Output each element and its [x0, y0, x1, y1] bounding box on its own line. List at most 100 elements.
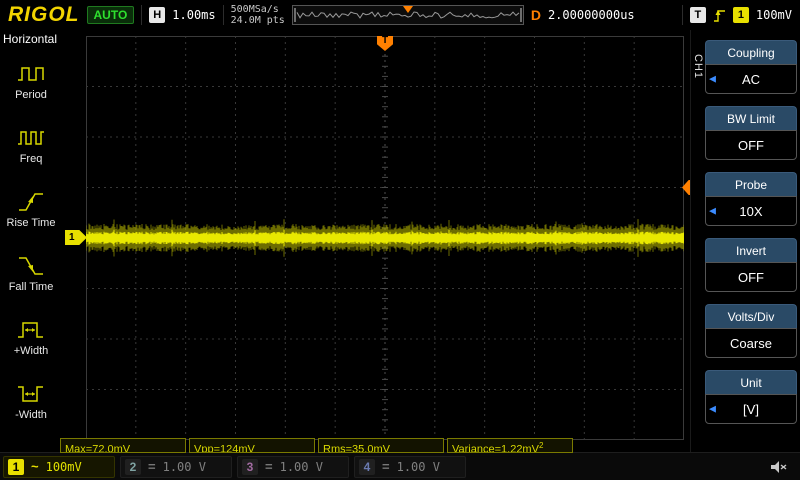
sidebar-item-label: Fall Time: [9, 281, 54, 293]
period-icon: [17, 62, 45, 86]
measurement-text: Vpp=124mV: [194, 444, 255, 453]
menu-item-value[interactable]: OFF: [705, 130, 797, 160]
sidebar-item-label: +Width: [14, 345, 49, 357]
channel-number-badge: 4: [359, 459, 375, 475]
measurement-rms[interactable]: Rms=35.0mV: [318, 438, 444, 453]
menu-item-unit[interactable]: Unit ◀ [V]: [705, 370, 797, 424]
menu-value-text: 10X: [739, 204, 762, 219]
menu-item-bw-limit[interactable]: BW Limit OFF: [705, 106, 797, 160]
channel-scale: 100mV: [46, 460, 82, 474]
channel1-level-marker[interactable]: 1: [65, 230, 87, 245]
menu-item-header: Coupling: [705, 40, 797, 64]
menu-item-value[interactable]: ◀ AC: [705, 64, 797, 94]
menu-value-text: OFF: [738, 270, 764, 285]
sidebar-item-label: Freq: [20, 153, 43, 165]
menu-item-header: Invert: [705, 238, 797, 262]
channel-scale: 1.00 V: [163, 460, 206, 474]
run-status-badge[interactable]: AUTO: [87, 6, 135, 24]
menu-item-invert[interactable]: Invert OFF: [705, 238, 797, 292]
channel-number-badge: 1: [8, 459, 24, 475]
channel-number-badge: 3: [242, 459, 258, 475]
measurement-text: Rms=35.0mV: [323, 444, 390, 453]
sidebar-item-pwidth[interactable]: +Width: [0, 305, 62, 369]
channel-3-status[interactable]: 3 = 1.00 V: [237, 456, 349, 478]
menu-item-value[interactable]: OFF: [705, 262, 797, 292]
sidebar-item-period[interactable]: Period: [0, 49, 62, 113]
fall-time-icon: [17, 254, 45, 278]
channel-4-status[interactable]: 4 = 1.00 V: [354, 456, 466, 478]
sidebar-item-fall-time[interactable]: Fall Time: [0, 241, 62, 305]
measure-sidebar: Horizontal Period Freq Rise Time: [0, 30, 62, 452]
waveform-preview-strip[interactable]: [292, 5, 524, 25]
display-area: T 1 T: [62, 30, 690, 452]
menu-item-header: Unit: [705, 370, 797, 394]
sidebar-item-label: -Width: [15, 409, 47, 421]
channel-scale: 1.00 V: [280, 460, 323, 474]
coupling-ac-icon: ~: [31, 459, 39, 474]
menu-item-volts-div[interactable]: Volts/Div Coarse: [705, 304, 797, 358]
menu-item-value[interactable]: Coarse: [705, 328, 797, 358]
menu-item-coupling[interactable]: Coupling ◀ AC: [705, 40, 797, 94]
measurement-variance[interactable]: Variance=1.22mV2: [447, 438, 573, 453]
trigger-label-badge: T: [690, 7, 706, 23]
rise-time-icon: [17, 190, 45, 214]
rigol-logo: RIGOL: [8, 3, 80, 27]
plus-width-icon: [17, 318, 45, 342]
divider: [141, 5, 142, 25]
speaker-muted-icon: [770, 460, 788, 474]
menu-item-value[interactable]: ◀ [V]: [705, 394, 797, 424]
top-status-bar: RIGOL AUTO H 1.00ms 500MSa/s 24.0M pts D…: [0, 0, 800, 30]
sample-rate: 500MSa/s: [231, 4, 285, 16]
measurement-sup: 2: [539, 441, 543, 450]
menu-value-text: AC: [742, 72, 760, 87]
menu-item-header: BW Limit: [705, 106, 797, 130]
menu-column: Coupling ◀ AC BW Limit OFF Probe ◀ 10X: [705, 40, 797, 436]
menu-value-text: [V]: [743, 402, 759, 417]
freq-icon: [17, 126, 45, 150]
divider: [223, 5, 224, 25]
timebase-value[interactable]: 1.00ms: [172, 8, 215, 22]
minus-width-icon: [17, 382, 45, 406]
coupling-dc-icon: =: [382, 459, 390, 474]
menu-channel-label: CH1: [692, 54, 704, 79]
trigger-position-value[interactable]: 2.00000000us: [548, 8, 635, 22]
acquisition-info: 500MSa/s 24.0M pts: [231, 4, 285, 27]
channel-1-status[interactable]: 1 ~ 100mV: [3, 456, 115, 478]
coupling-dc-icon: =: [265, 459, 273, 474]
measurement-text: Variance=1.22mV: [452, 444, 539, 453]
channel-scale: 1.00 V: [397, 460, 440, 474]
menu-item-header: Probe: [705, 172, 797, 196]
horizontal-label-badge: H: [149, 7, 165, 23]
measurement-vpp[interactable]: Vpp=124mV: [189, 438, 315, 453]
sidebar-item-nwidth[interactable]: -Width: [0, 369, 62, 433]
main-region: Horizontal Period Freq Rise Time: [0, 30, 800, 452]
channel-number-badge: 2: [125, 459, 141, 475]
mute-indicator[interactable]: [770, 460, 788, 474]
submenu-arrow-icon: ◀: [709, 405, 716, 414]
menu-item-value[interactable]: ◀ 10X: [705, 196, 797, 226]
menu-item-header: Volts/Div: [705, 304, 797, 328]
memory-depth: 24.0M pts: [231, 15, 285, 27]
sidebar-item-rise-time[interactable]: Rise Time: [0, 177, 62, 241]
trigger-position-marker-mini[interactable]: [403, 6, 413, 13]
soft-menu-panel: CH1 Coupling ◀ AC BW Limit OFF Probe ◀: [690, 30, 800, 452]
divider: [682, 5, 683, 25]
trigger-source-badge[interactable]: 1: [733, 7, 749, 23]
coupling-dc-icon: =: [148, 459, 156, 474]
sidebar-item-freq[interactable]: Freq: [0, 113, 62, 177]
trigger-level-value[interactable]: 100mV: [756, 8, 792, 22]
graticule-plot: [86, 36, 684, 440]
channel-2-status[interactable]: 2 = 1.00 V: [120, 456, 232, 478]
menu-item-probe[interactable]: Probe ◀ 10X: [705, 172, 797, 226]
channel-status-bar: 1 ~ 100mV 2 = 1.00 V 3 = 1.00 V 4 = 1.00…: [0, 452, 800, 480]
measurement-text: Max=72.0mV: [65, 444, 130, 453]
sidebar-item-label: Period: [15, 89, 47, 101]
measurement-max[interactable]: Max=72.0mV: [60, 438, 186, 453]
submenu-arrow-icon: ◀: [709, 75, 716, 84]
delay-label: D: [531, 7, 541, 23]
submenu-arrow-icon: ◀: [709, 207, 716, 216]
trigger-slope-icon: [713, 8, 726, 23]
measurement-row: Max=72.0mV Vpp=124mV Rms=35.0mV Variance…: [60, 438, 573, 453]
menu-value-text: Coarse: [730, 336, 772, 351]
sidebar-item-label: Rise Time: [7, 217, 56, 229]
